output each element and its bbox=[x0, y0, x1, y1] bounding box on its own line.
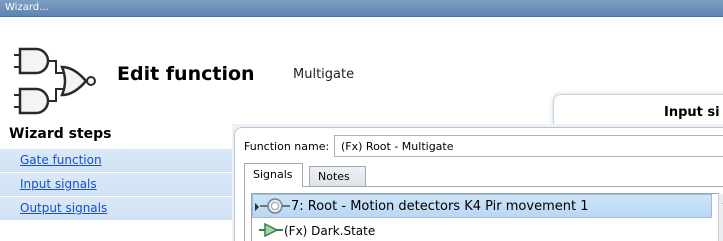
window-titlebar: Wizard... bbox=[0, 0, 723, 17]
wizard-steps-sidebar: Wizard steps Gate function Input signals… bbox=[0, 124, 232, 241]
wizard-step-output-signals[interactable]: Output signals bbox=[0, 196, 232, 220]
motion-sensor-icon bbox=[260, 198, 290, 214]
tab-signals[interactable]: Signals bbox=[244, 163, 303, 187]
signal-label: (Fx) Dark.State bbox=[284, 224, 376, 238]
logic-gates-icon bbox=[14, 47, 96, 115]
wizard-step-link[interactable]: Input signals bbox=[20, 177, 97, 191]
function-name-input[interactable]: (Fx) Root - Multigate bbox=[334, 135, 723, 157]
page-subtitle: Multigate bbox=[293, 67, 355, 82]
signal-list: 7: Root - Motion detectors K4 Pir moveme… bbox=[251, 193, 723, 241]
wizard-step-link[interactable]: Output signals bbox=[20, 201, 107, 215]
wizard-step-link[interactable]: Gate function bbox=[20, 153, 102, 167]
tab-notes[interactable]: Notes bbox=[309, 166, 366, 186]
signals-tab-content: 7: Root - Motion detectors K4 Pir moveme… bbox=[244, 186, 723, 241]
wizard-steps-heading: Wizard steps bbox=[9, 126, 112, 142]
function-output-icon bbox=[259, 222, 283, 238]
main-content: Function name: (Fx) Root - Multigate Sig… bbox=[232, 124, 723, 241]
wizard-step-gate-function[interactable]: Gate function bbox=[0, 148, 232, 172]
wizard-header: Edit function Multigate Input si bbox=[0, 17, 723, 141]
wizard-step-input-signals[interactable]: Input signals bbox=[0, 172, 232, 196]
signal-row[interactable]: (Fx) Dark.State bbox=[252, 219, 712, 241]
expand-arrow-icon[interactable] bbox=[255, 203, 259, 211]
signal-label: 7: Root - Motion detectors K4 Pir moveme… bbox=[291, 199, 589, 214]
vertical-scrollbar[interactable] bbox=[718, 194, 723, 241]
function-editor-panel: Function name: (Fx) Root - Multigate Sig… bbox=[234, 127, 723, 241]
function-name-label: Function name: bbox=[244, 140, 330, 153]
window-title: Wizard... bbox=[5, 2, 49, 13]
input-signals-panel-title: Input si bbox=[664, 105, 720, 120]
page-title: Edit function bbox=[117, 63, 255, 85]
signal-row-selected[interactable]: 7: Root - Motion detectors K4 Pir moveme… bbox=[252, 194, 712, 218]
